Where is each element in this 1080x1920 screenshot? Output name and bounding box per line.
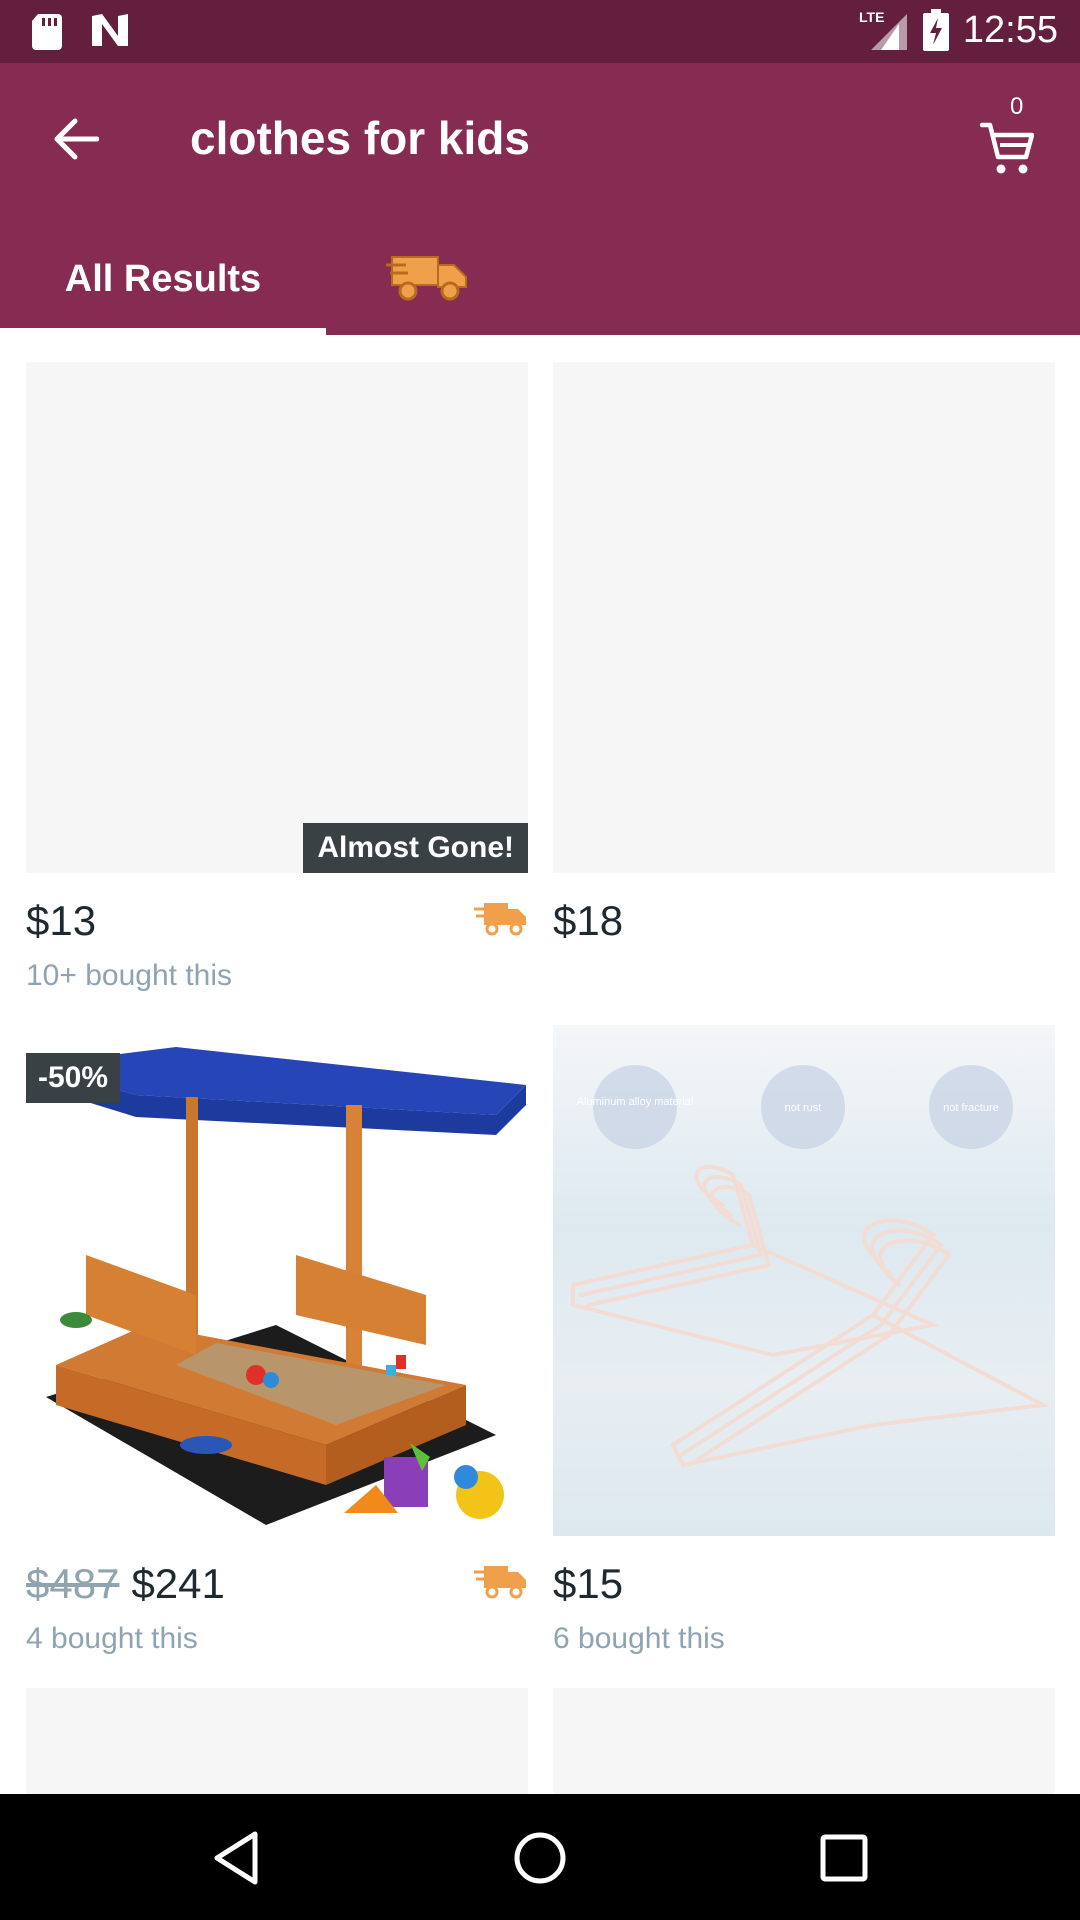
fast-shipping-truck-icon (474, 1566, 526, 1599)
system-nav-bar (0, 1794, 1080, 1920)
tab-selected-indicator (0, 328, 326, 335)
hangers-product-image: Aluminum alloy material not rust not fra… (571, 1065, 1050, 1468)
shopping-cart-icon (980, 122, 1034, 174)
nav-home-button[interactable] (504, 1822, 576, 1894)
fast-delivery-truck-icon (386, 256, 467, 301)
product-card[interactable]: -50% $487 $241 4 bought this (26, 1025, 528, 1656)
bought-count: 4 bought this (26, 1622, 198, 1655)
product-card[interactable]: Aluminum alloy material not rust not fra… (553, 1025, 1055, 1656)
image-label: not rust (785, 1102, 822, 1114)
sd-card-icon (32, 14, 62, 50)
tab-fast-shipping[interactable] (386, 243, 476, 313)
product-price: $13 (26, 897, 97, 944)
product-image[interactable] (26, 1688, 528, 1794)
fast-shipping-truck-icon (474, 903, 526, 936)
svg-text:LTE: LTE (859, 9, 884, 25)
image-label: not fracture (943, 1102, 999, 1114)
product-image[interactable]: -50% (26, 1025, 528, 1536)
product-price: $18 (553, 897, 624, 944)
image-label: Aluminum alloy material (577, 1096, 694, 1108)
discount-badge: -50% (26, 1053, 121, 1103)
product-card[interactable] (553, 1688, 1055, 1794)
product-card[interactable]: $18 (553, 362, 1055, 953)
product-image[interactable]: Almost Gone! (26, 362, 528, 873)
search-query-title[interactable]: clothes for kids (190, 111, 530, 165)
back-button[interactable] (40, 103, 112, 175)
cart-count-badge: 0 (1010, 93, 1024, 120)
nav-back-button[interactable] (200, 1822, 272, 1894)
original-price: $487 (26, 1560, 120, 1607)
status-time: 12:55 (962, 8, 1058, 51)
battery-charging-icon (922, 9, 949, 51)
nav-home-circle-icon (514, 1832, 566, 1884)
product-price-group: $487 $241 (26, 1560, 225, 1608)
tab-all-results-label: All Results (64, 257, 262, 300)
product-card[interactable] (26, 1688, 528, 1794)
tab-all-results[interactable]: All Results (0, 223, 326, 335)
nav-back-triangle-icon (214, 1831, 258, 1885)
product-image[interactable] (553, 362, 1055, 873)
lte-signal-icon: LTE (859, 9, 907, 50)
product-image[interactable] (553, 1688, 1055, 1794)
n-logo-icon (92, 14, 128, 46)
cart-button[interactable]: 0 (970, 93, 1050, 183)
product-image[interactable]: Aluminum alloy material not rust not fra… (553, 1025, 1055, 1536)
bought-count: 10+ bought this (26, 959, 233, 992)
back-arrow-icon (54, 118, 99, 160)
results-tabs: All Results (0, 223, 1080, 335)
product-card[interactable]: Almost Gone! $13 10+ bought this (26, 362, 528, 993)
nav-recents-square-icon (820, 1834, 868, 1882)
product-price: $15 (553, 1560, 624, 1607)
almost-gone-badge: Almost Gone! (303, 823, 528, 873)
nav-recents-button[interactable] (808, 1822, 880, 1894)
app-bar: clothes for kids 0 All Results (0, 63, 1080, 335)
status-bar: LTE 12:55 (0, 0, 1080, 63)
product-price: $241 (131, 1560, 225, 1607)
bought-count: 6 bought this (553, 1622, 725, 1655)
